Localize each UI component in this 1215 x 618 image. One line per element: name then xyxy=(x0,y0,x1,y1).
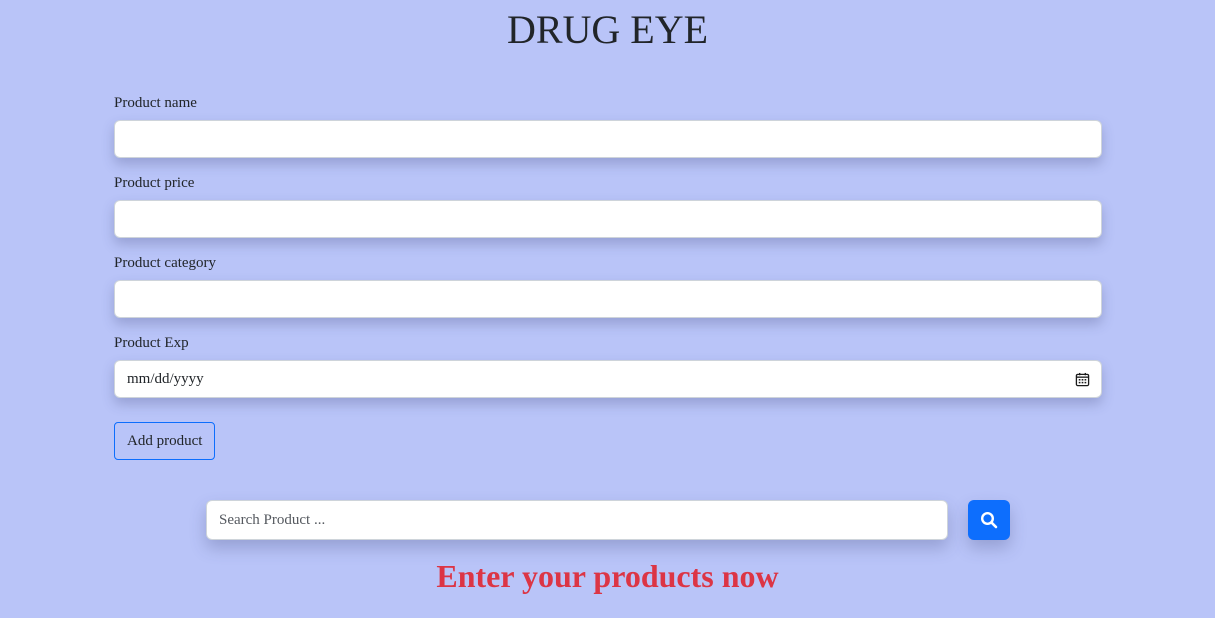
search-bar xyxy=(206,500,1010,540)
empty-state-message: Enter your products now xyxy=(436,558,779,594)
product-price-input[interactable] xyxy=(114,200,1102,238)
product-name-group: Product name xyxy=(114,94,1102,174)
product-price-group: Product price xyxy=(114,174,1102,254)
calendar-icon[interactable] xyxy=(1074,371,1090,387)
search-icon xyxy=(980,511,998,529)
product-price-label: Product price xyxy=(114,175,195,191)
page-title: DRUG EYE xyxy=(506,7,709,52)
search-input[interactable] xyxy=(206,500,948,540)
product-category-group: Product category xyxy=(114,254,1102,334)
product-name-label: Product name xyxy=(114,95,197,111)
product-name-input[interactable] xyxy=(114,120,1102,158)
product-exp-label: Product Exp xyxy=(114,335,189,351)
product-form: Product name Product price Product categ… xyxy=(114,94,1102,460)
product-category-label: Product category xyxy=(114,255,217,271)
product-exp-group: Product Exp mm/dd/yyyy xyxy=(114,334,1102,414)
product-exp-date-input[interactable]: mm/dd/yyyy xyxy=(114,360,1102,398)
product-category-input[interactable] xyxy=(114,280,1102,318)
add-product-button[interactable]: Add product xyxy=(114,422,216,460)
date-format-text: mm/dd/yyyy xyxy=(127,370,204,387)
search-button[interactable] xyxy=(968,500,1010,540)
